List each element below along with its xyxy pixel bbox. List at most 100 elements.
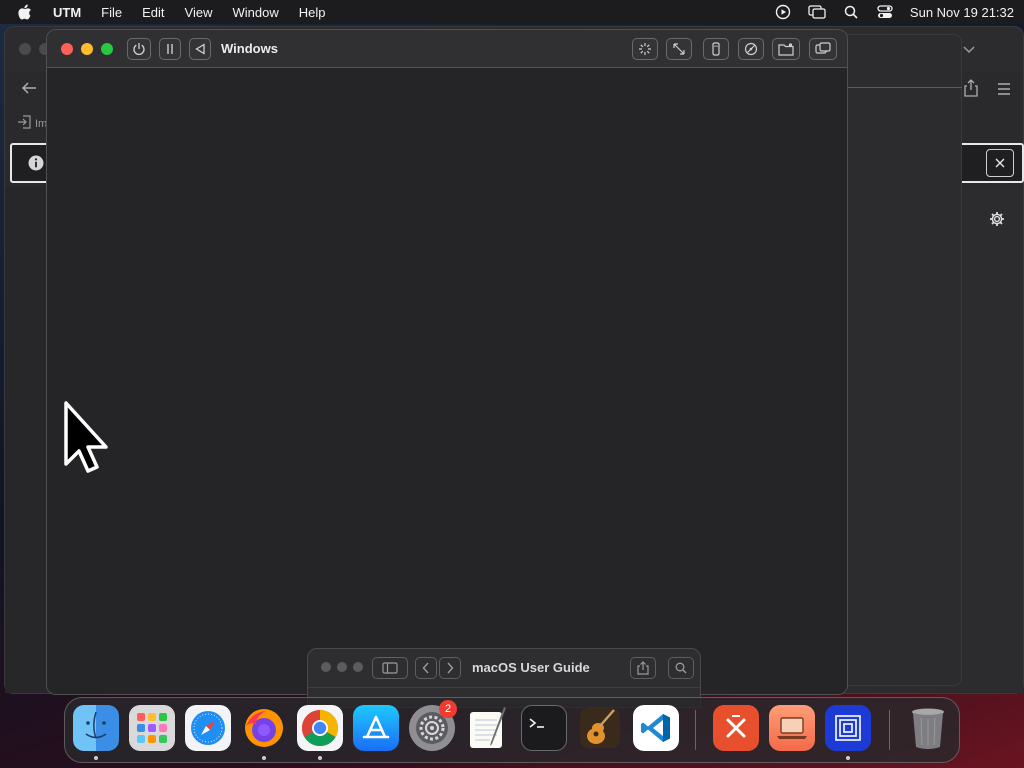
display-button[interactable] <box>632 38 658 60</box>
help-maximize-button[interactable] <box>353 662 363 672</box>
dock-vscode[interactable] <box>633 705 679 751</box>
display-icon <box>639 43 651 55</box>
dock-utm[interactable] <box>769 705 815 751</box>
help-close-button[interactable] <box>321 662 331 672</box>
dock-system-settings[interactable]: 2 <box>409 700 457 751</box>
help-share-button[interactable] <box>630 657 656 679</box>
usb-button[interactable] <box>703 38 729 60</box>
dock-finder[interactable] <box>73 705 119 751</box>
sidebar-icon <box>382 662 398 674</box>
cursor-arrow-icon <box>64 401 108 473</box>
screens-icon <box>835 715 861 741</box>
menu-view[interactable]: View <box>185 5 213 20</box>
trash-icon <box>912 708 944 749</box>
share-icon <box>637 661 649 675</box>
play-circle-icon[interactable] <box>774 3 792 21</box>
power-icon <box>133 43 145 56</box>
import-item[interactable]: Im <box>17 115 47 132</box>
chrome-icon <box>301 710 339 747</box>
dock-separator <box>889 710 890 750</box>
share-icon[interactable] <box>963 79 979 102</box>
running-indicator <box>318 756 322 760</box>
vm-window-title: Windows <box>221 41 278 56</box>
back-icon <box>195 43 205 55</box>
help-forward-button[interactable] <box>439 657 461 679</box>
dock: 2 <box>64 697 960 763</box>
vscode-icon <box>641 714 670 742</box>
pause-icon <box>167 44 173 54</box>
maximize-button[interactable] <box>101 43 113 55</box>
pause-button[interactable] <box>159 38 181 60</box>
dock-separator <box>695 710 696 750</box>
firefox-icon <box>245 709 283 747</box>
running-indicator <box>262 756 266 760</box>
minimize-button[interactable] <box>81 43 93 55</box>
back-arrow-icon[interactable] <box>21 81 37 100</box>
restart-button[interactable] <box>189 38 211 60</box>
secondary-window <box>838 34 962 686</box>
help-back-button[interactable] <box>415 657 437 679</box>
banner-close-button[interactable] <box>986 149 1014 177</box>
drive-button[interactable] <box>738 38 764 60</box>
dock-firefox[interactable] <box>241 705 287 751</box>
mouse-pointer <box>63 400 113 476</box>
dock-screens[interactable] <box>825 705 871 751</box>
dock-chrome[interactable] <box>297 705 343 751</box>
dock-safari[interactable] <box>185 705 231 751</box>
dock-garageband[interactable] <box>577 705 623 751</box>
help-divider <box>308 687 700 688</box>
vm-display[interactable] <box>47 68 847 694</box>
bg-close-button[interactable] <box>19 43 31 55</box>
sidebar-toggle-button[interactable] <box>372 657 408 679</box>
app-store-icon <box>362 715 390 739</box>
chevron-down-icon[interactable] <box>963 41 975 59</box>
dock-app-store[interactable] <box>353 705 399 751</box>
usb-icon <box>712 42 720 56</box>
menu-bar: UTM File Edit View Window Help Sun Nov 1… <box>0 0 1024 24</box>
remote-desktop-icon <box>726 715 746 738</box>
safari-icon <box>191 711 225 745</box>
menu-app-name[interactable]: UTM <box>53 5 81 20</box>
running-indicator <box>94 756 98 760</box>
launchpad-icon <box>137 713 167 743</box>
menu-help[interactable]: Help <box>299 5 326 20</box>
notification-badge: 2 <box>439 700 457 718</box>
dock-trash[interactable] <box>905 705 951 751</box>
garageband-icon <box>580 708 620 748</box>
search-icon <box>675 662 687 674</box>
terminal-icon <box>529 718 544 728</box>
resize-button[interactable] <box>666 38 692 60</box>
menu-window[interactable]: Window <box>232 5 278 20</box>
running-indicator <box>846 756 850 760</box>
help-window-title: macOS User Guide <box>472 660 590 675</box>
menu-clock[interactable]: Sun Nov 19 21:32 <box>910 5 1014 20</box>
search-icon[interactable] <box>842 3 860 21</box>
close-button[interactable] <box>61 43 73 55</box>
list-menu-icon[interactable] <box>997 82 1011 100</box>
menu-edit[interactable]: Edit <box>142 5 164 20</box>
close-icon <box>995 158 1005 168</box>
power-button[interactable] <box>127 38 151 60</box>
vm-window: Windows <box>46 29 848 695</box>
utm-laptop-icon <box>777 717 807 739</box>
apple-menu-icon[interactable] <box>17 4 39 21</box>
gear-icon[interactable] <box>989 211 1005 232</box>
vm-titlebar: Windows <box>47 30 847 68</box>
drive-icon <box>744 42 758 56</box>
chevron-left-icon <box>422 662 429 674</box>
screen-mirroring-icon[interactable] <box>808 3 826 21</box>
secondary-divider <box>838 87 962 88</box>
dock-launchpad[interactable] <box>129 705 175 751</box>
help-search-button[interactable] <box>668 657 694 679</box>
dock-remote-desktop[interactable] <box>713 705 759 751</box>
windows-icon <box>815 42 831 54</box>
menu-file[interactable]: File <box>101 5 122 20</box>
help-minimize-button[interactable] <box>337 662 347 672</box>
dock-terminal[interactable] <box>521 705 567 751</box>
shared-folder-button[interactable] <box>772 38 800 60</box>
finder-icon <box>85 711 107 739</box>
info-icon <box>28 155 44 176</box>
windows-button[interactable] <box>809 38 837 60</box>
control-center-icon[interactable] <box>876 3 894 21</box>
dock-textedit[interactable] <box>465 705 511 751</box>
